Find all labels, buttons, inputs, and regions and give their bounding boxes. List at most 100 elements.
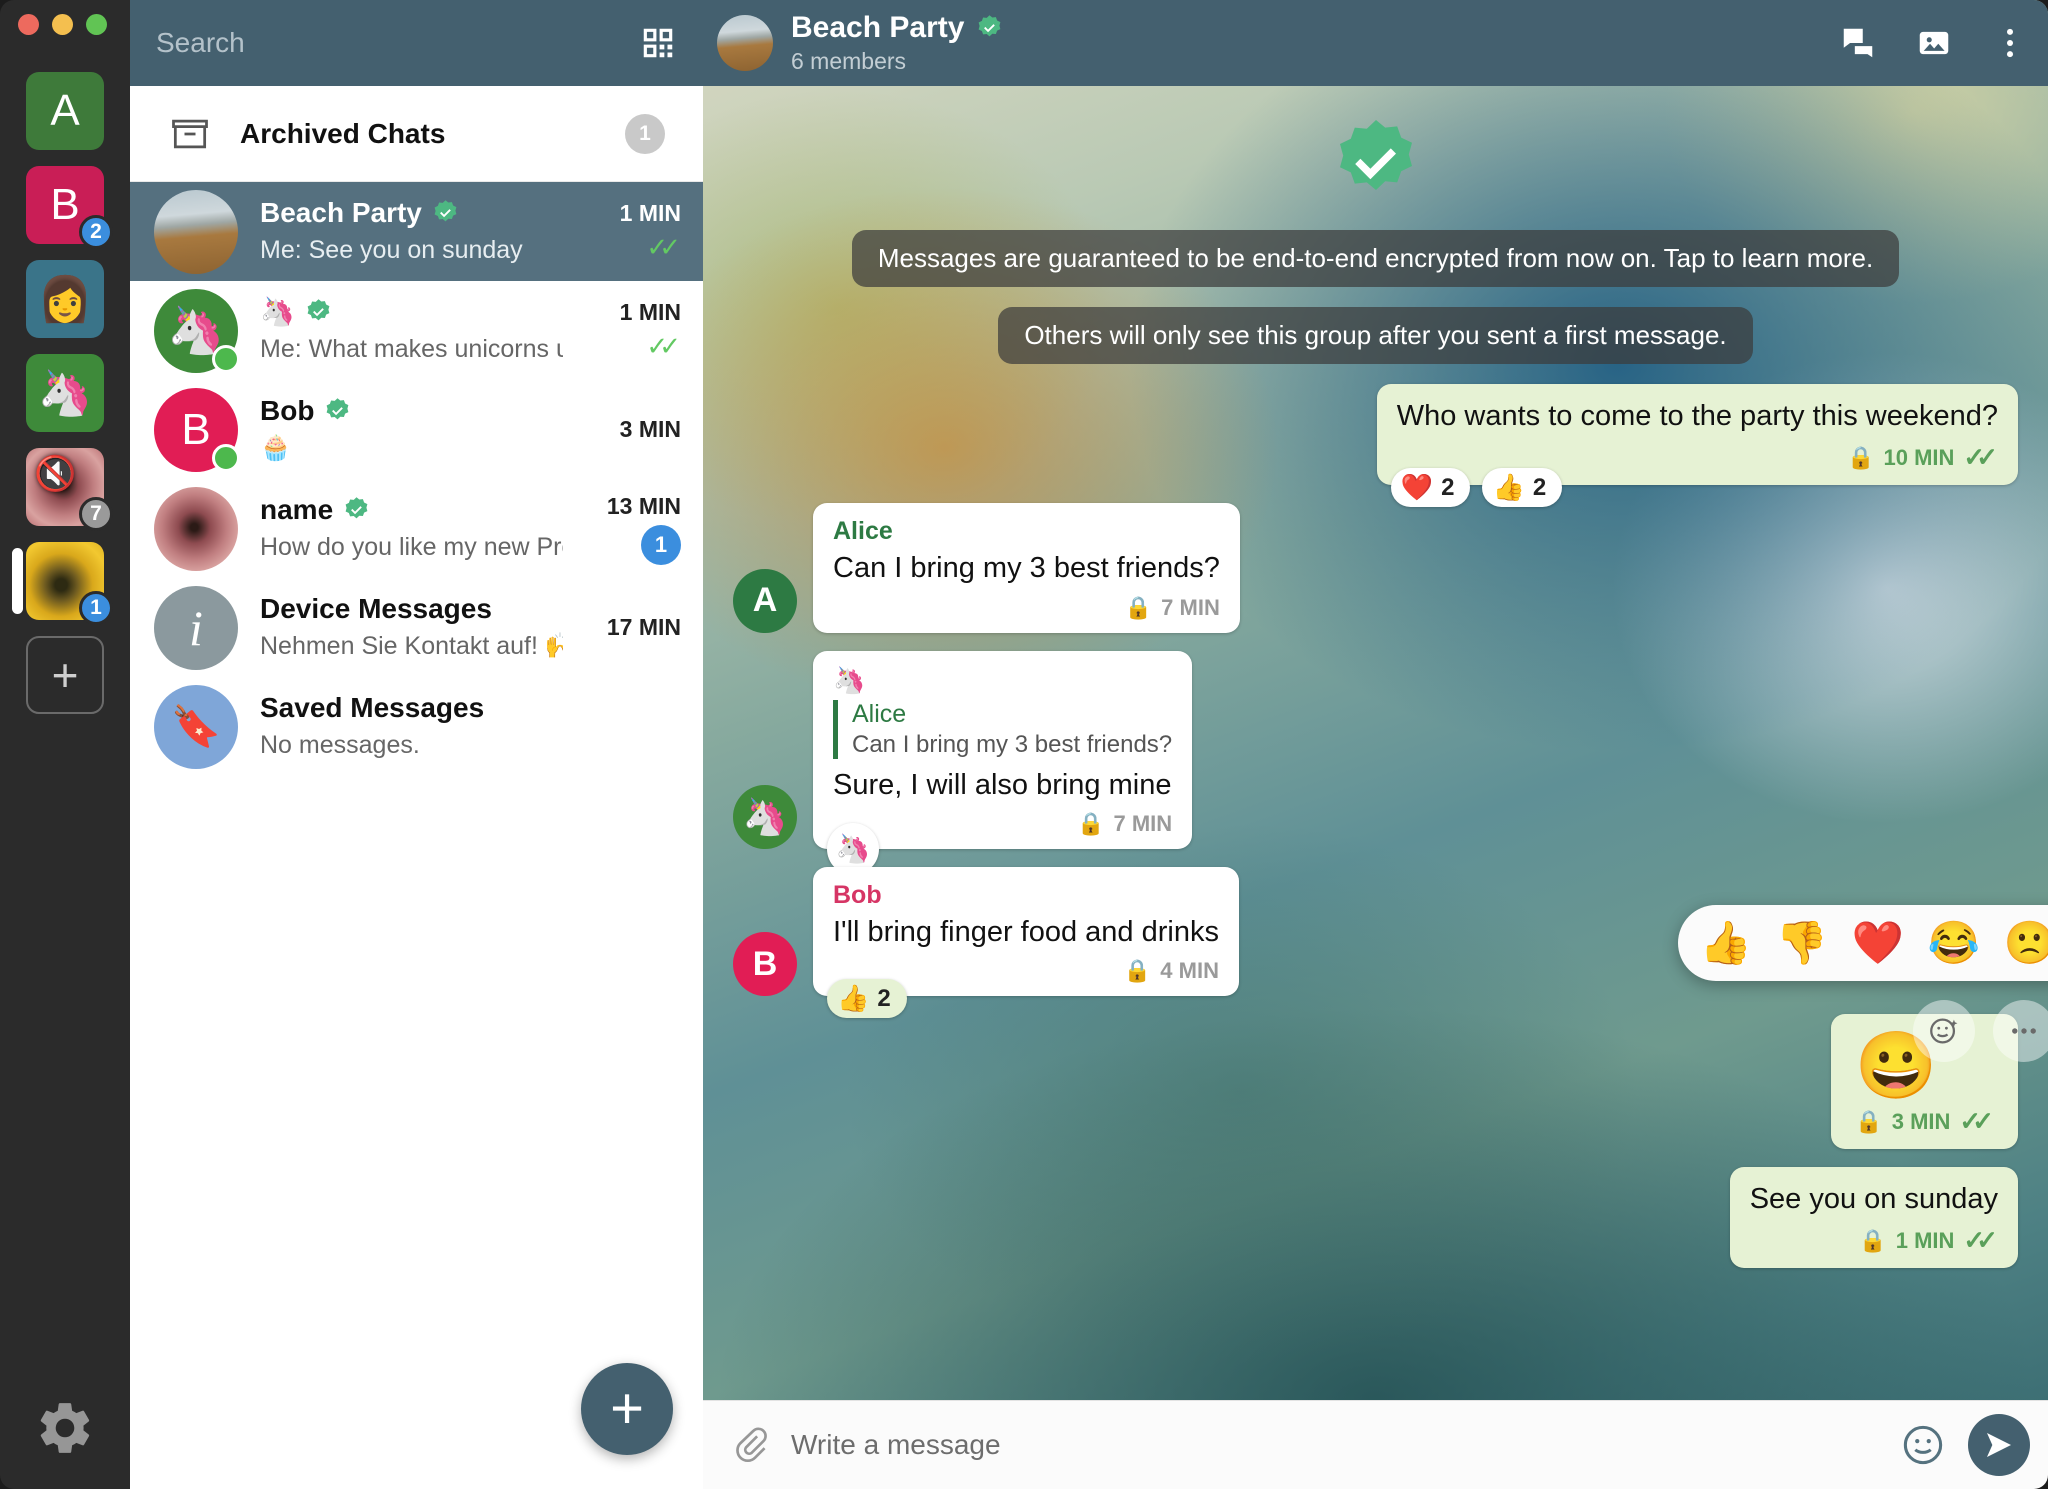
message-bubble[interactable]: Who wants to come to the party this week… xyxy=(1376,384,2018,508)
read-receipt-ticks: ✓✓ xyxy=(1963,442,1997,473)
close-window-button[interactable] xyxy=(18,14,39,35)
account-avatar-image: 👩 xyxy=(26,260,104,338)
chat-name-line: 🦄 xyxy=(260,296,563,328)
reaction-count: 2 xyxy=(877,984,891,1012)
message-area: Messages are guaranteed to be end-to-end… xyxy=(703,86,2048,1400)
system-message[interactable]: Messages are guaranteed to be end-to-end… xyxy=(851,230,1900,287)
chat-preview: No messages. xyxy=(260,730,420,759)
add-reaction-icon[interactable] xyxy=(1913,1000,1975,1062)
conversation-header[interactable]: Beach Party 6 members xyxy=(703,0,2048,86)
chat-name-line: Beach Party xyxy=(260,197,563,229)
verified-badge-icon xyxy=(345,497,368,519)
system-message[interactable]: Others will only see this group after yo… xyxy=(998,307,1753,364)
chat-timestamp: 17 MIN xyxy=(606,614,681,640)
add-account-button[interactable]: + xyxy=(26,636,104,714)
chat-bubbles-icon[interactable] xyxy=(1820,0,1896,86)
chat-name: Device Messages xyxy=(260,593,492,625)
reaction-chip[interactable]: 👍 2 xyxy=(827,979,907,1018)
chat-name-line: Device Messages xyxy=(260,593,563,625)
message-meta: 🔒 7 MIN xyxy=(833,595,1220,621)
emoji-icon[interactable] xyxy=(1900,1422,1946,1468)
account-avatar-0[interactable]: A xyxy=(26,72,104,150)
reaction-option-1[interactable]: 👎 xyxy=(1764,910,1840,976)
chat-list-item[interactable]: i Device Messages Nehmen Sie Kontakt auf! … xyxy=(130,578,703,677)
e2e-verified-icon[interactable] xyxy=(1328,116,1424,212)
message-avatar[interactable]: A xyxy=(733,568,797,633)
message-timestamp: 7 MIN xyxy=(1113,810,1173,836)
archived-chats-row[interactable]: Archived Chats 1 xyxy=(130,86,703,182)
account-unread-badge: 7 xyxy=(79,497,113,531)
qr-code-icon[interactable] xyxy=(639,24,677,62)
reaction-option-4[interactable]: 🙁 xyxy=(1992,910,2048,976)
conversation-avatar[interactable] xyxy=(717,15,773,71)
account-avatar-image: 🦄 xyxy=(26,354,104,432)
gallery-icon[interactable] xyxy=(1896,0,1972,86)
quoted-text: Can I bring my 3 best friends? xyxy=(852,730,1173,758)
conversation-panel: Beach Party 6 members Messages are guara… xyxy=(703,0,2048,1489)
chat-list-panel: Search Archived Chats 1 Beach Party Me: S… xyxy=(130,0,703,1489)
paperclip-icon[interactable] xyxy=(731,1426,769,1464)
read-receipt-ticks: ✓✓ xyxy=(646,232,680,262)
chat-list-item[interactable]: 🔖 Saved Messages No messages. xyxy=(130,677,703,776)
reaction-chip[interactable]: ❤️ 2 xyxy=(1390,468,1471,508)
chat-list-item[interactable]: B Bob 🧁 3 MIN xyxy=(130,380,703,479)
chat-list-header: Search xyxy=(130,0,703,86)
account-avatar-4[interactable]: 🔇 7 xyxy=(26,448,113,531)
account-avatar-image: A xyxy=(26,72,104,150)
message-menu-icon[interactable] xyxy=(1993,1000,2048,1062)
reaction-picker[interactable]: 👍👎❤️😂🙁 ••• xyxy=(1678,905,2048,981)
message-avatar[interactable]: B xyxy=(733,932,797,996)
more-vertical-icon[interactable] xyxy=(1972,0,2048,86)
maximize-window-button[interactable] xyxy=(86,14,107,35)
message-bubble[interactable]: 🦄 Alice Can I bring my 3 best friends? Sure… xyxy=(813,650,1193,875)
account-avatar-3[interactable]: 🦄 xyxy=(26,354,104,432)
window-traffic-lights xyxy=(18,14,107,35)
reaction-option-0[interactable]: 👍 xyxy=(1688,910,1764,976)
message-row: See you on sunday 🔒 1 MIN ✓✓ xyxy=(733,1167,2018,1269)
message-bubble[interactable]: Alice Can I bring my 3 best friends? 🔒 7 MI… xyxy=(813,503,1240,633)
quoted-message[interactable]: Alice Can I bring my 3 best friends? xyxy=(833,699,1173,759)
account-avatar-1[interactable]: B2 xyxy=(26,166,113,249)
gear-icon[interactable] xyxy=(34,1397,96,1459)
chat-list-item[interactable]: Beach Party Me: See you on sunday 1 MIN ✓✓ xyxy=(130,182,703,281)
reaction-emoji: 👍 xyxy=(837,983,870,1013)
account-avatar-label: 🦄 xyxy=(37,369,93,418)
chat-list-item[interactable]: 🦄 🦄 Me: What makes unicorns unique? 1 MIN ✓✓ xyxy=(130,281,703,380)
chat-name-line: Bob xyxy=(260,395,563,427)
message-input[interactable]: Write a message xyxy=(791,1429,1878,1461)
message-avatar[interactable]: 🦄 xyxy=(733,784,797,849)
reaction-option-2[interactable]: ❤️ xyxy=(1840,910,1916,976)
account-avatar-2[interactable]: 👩 xyxy=(26,260,104,338)
message-text: See you on sunday xyxy=(1749,1183,1998,1215)
chat-rows: Beach Party Me: See you on sunday 1 MIN ✓✓ 🦄… xyxy=(130,182,703,776)
chat-unread-badge: 1 xyxy=(641,524,681,565)
message-sender: Bob xyxy=(833,880,882,909)
account-avatar-label: 👩 xyxy=(37,275,93,324)
chat-preview-prefix: Me: xyxy=(260,235,302,264)
search-input[interactable]: Search xyxy=(156,27,639,59)
reaction-chip[interactable]: 👍 2 xyxy=(1482,468,1563,508)
minimize-window-button[interactable] xyxy=(52,14,73,35)
chat-text-block: Beach Party Me: See you on sunday xyxy=(260,197,563,265)
message-bubble[interactable]: Bob I'll bring finger food and drinks 🔒 4 M… xyxy=(813,866,1239,1018)
add-account-label: + xyxy=(51,649,79,701)
reaction-emoji: 👍 xyxy=(1492,472,1525,503)
chat-name: 🦄 xyxy=(260,296,295,328)
chat-name: Saved Messages xyxy=(260,692,485,724)
reaction-option-3[interactable]: 😂 xyxy=(1916,910,1992,976)
send-icon xyxy=(1987,1433,2011,1457)
chat-name-line: name xyxy=(260,494,563,526)
send-button[interactable] xyxy=(1968,1414,2030,1476)
message-bubble[interactable]: See you on sunday 🔒 1 MIN ✓✓ xyxy=(1729,1167,2018,1269)
account-avatar-5[interactable]: 1 xyxy=(12,542,113,625)
chat-name: Bob xyxy=(260,395,315,427)
message-row: 🦄 🦄 Alice Can I bring my 3 best friends? Sur… xyxy=(733,650,2018,875)
online-indicator xyxy=(212,443,240,472)
account-avatar-label: A xyxy=(50,86,80,135)
new-chat-fab[interactable]: + xyxy=(581,1363,673,1455)
chat-meta: 13 MIN 1 xyxy=(563,493,681,565)
chat-timestamp: 1 MIN xyxy=(619,200,681,226)
encrypted-lock-icon: 🔒 xyxy=(1847,444,1875,470)
message-reactions: 👍 2 xyxy=(827,979,907,1018)
chat-list-item[interactable]: name How do you like my new Profile Pictu… xyxy=(130,479,703,578)
